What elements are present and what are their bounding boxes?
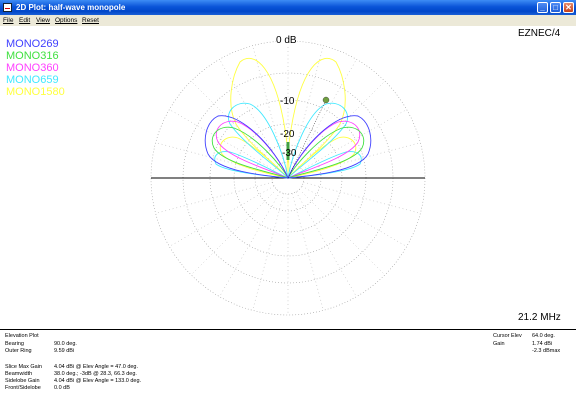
radial-line [295,59,357,165]
front-sidelobe-label: Front/Sidelobe [5,385,41,391]
radial-line [252,193,285,311]
outer-ring-label: Outer Ring [5,348,32,354]
eznec-plot-window: 2D Plot: half-wave monopole _ □ ✕ File E… [0,0,576,416]
radial-line [291,45,324,163]
radial-line [169,109,275,171]
radial-line [299,80,386,167]
menu-reset[interactable]: Reset [82,15,99,26]
legend-item-mono316: MONO316 [6,51,59,62]
menu-bar: File Edit View Options Reset [0,15,576,26]
radial-line [190,80,277,167]
legend-label: MONO659 [6,74,59,86]
close-icon: ✕ [565,3,572,12]
radial-line [299,189,386,276]
ring-label-minus-20: -20 [280,129,295,140]
menu-file[interactable]: File [3,15,13,26]
cursor-marker[interactable] [322,96,330,104]
menu-edit[interactable]: Edit [19,15,30,26]
radial-line [295,191,357,297]
legend-item-mono659: MONO659 [6,75,59,86]
legend-label: MONO316 [6,50,59,62]
legend-label: MONO269 [6,38,59,50]
maximize-button[interactable]: □ [550,2,561,13]
radial-line [190,189,277,276]
cursor-gain-label: Gain [493,341,505,347]
app-icon[interactable] [3,3,12,12]
legend-label: MONO360 [6,62,59,74]
cursor-elev-label: Cursor Elev [493,333,522,339]
close-button[interactable]: ✕ [563,2,574,13]
cursor-gain-dbmax-value: -2.3 dBmax [532,348,561,354]
legend-item-mono269: MONO269 [6,39,59,50]
maximize-icon: □ [553,3,558,12]
radial-line [219,59,281,165]
ring-label-minus-30: -30 [282,148,297,159]
plot-area[interactable]: MONO269 MONO316 MONO360 MONO659 MONO1580… [0,26,576,330]
program-name: EZNEC/4 [518,28,561,39]
radial-line [291,193,324,311]
series-mono659-pattern [214,102,362,179]
cursor-elev-value: 64.0 deg. [532,333,555,339]
plot-type-label: Elevation Plot [5,333,39,339]
legend-item-mono360: MONO360 [6,63,59,74]
minimize-button[interactable]: _ [537,2,548,13]
series-mono1580-pattern [219,57,357,180]
ring-label-minus-10: -10 [280,96,295,107]
radial-line [169,185,275,247]
radial-line [219,191,281,297]
ring-label-outer: 0 dB [276,35,297,46]
outer-ring-value: 9.59 dBi [54,348,75,354]
front-sidelobe-value: 0.0 dB [54,385,70,391]
window-title: 2D Plot: half-wave monopole [16,3,126,12]
title-bar[interactable]: 2D Plot: half-wave monopole _ □ ✕ [0,0,576,15]
frequency-readout: 21.2 MHz [518,312,561,323]
menu-options[interactable]: Options [55,15,77,26]
info-panel: Elevation Plot Bearing 90.0 deg. Outer R… [0,330,576,416]
radial-line [301,185,407,247]
radial-line [303,181,421,214]
legend-item-mono1580: MONO1580 [6,87,65,98]
legend-label: MONO1580 [6,86,65,98]
menu-view[interactable]: View [36,15,50,26]
minimize-icon: _ [540,3,545,12]
radial-line [301,109,407,171]
radial-line [155,181,273,214]
polar-plot[interactable] [0,26,576,329]
